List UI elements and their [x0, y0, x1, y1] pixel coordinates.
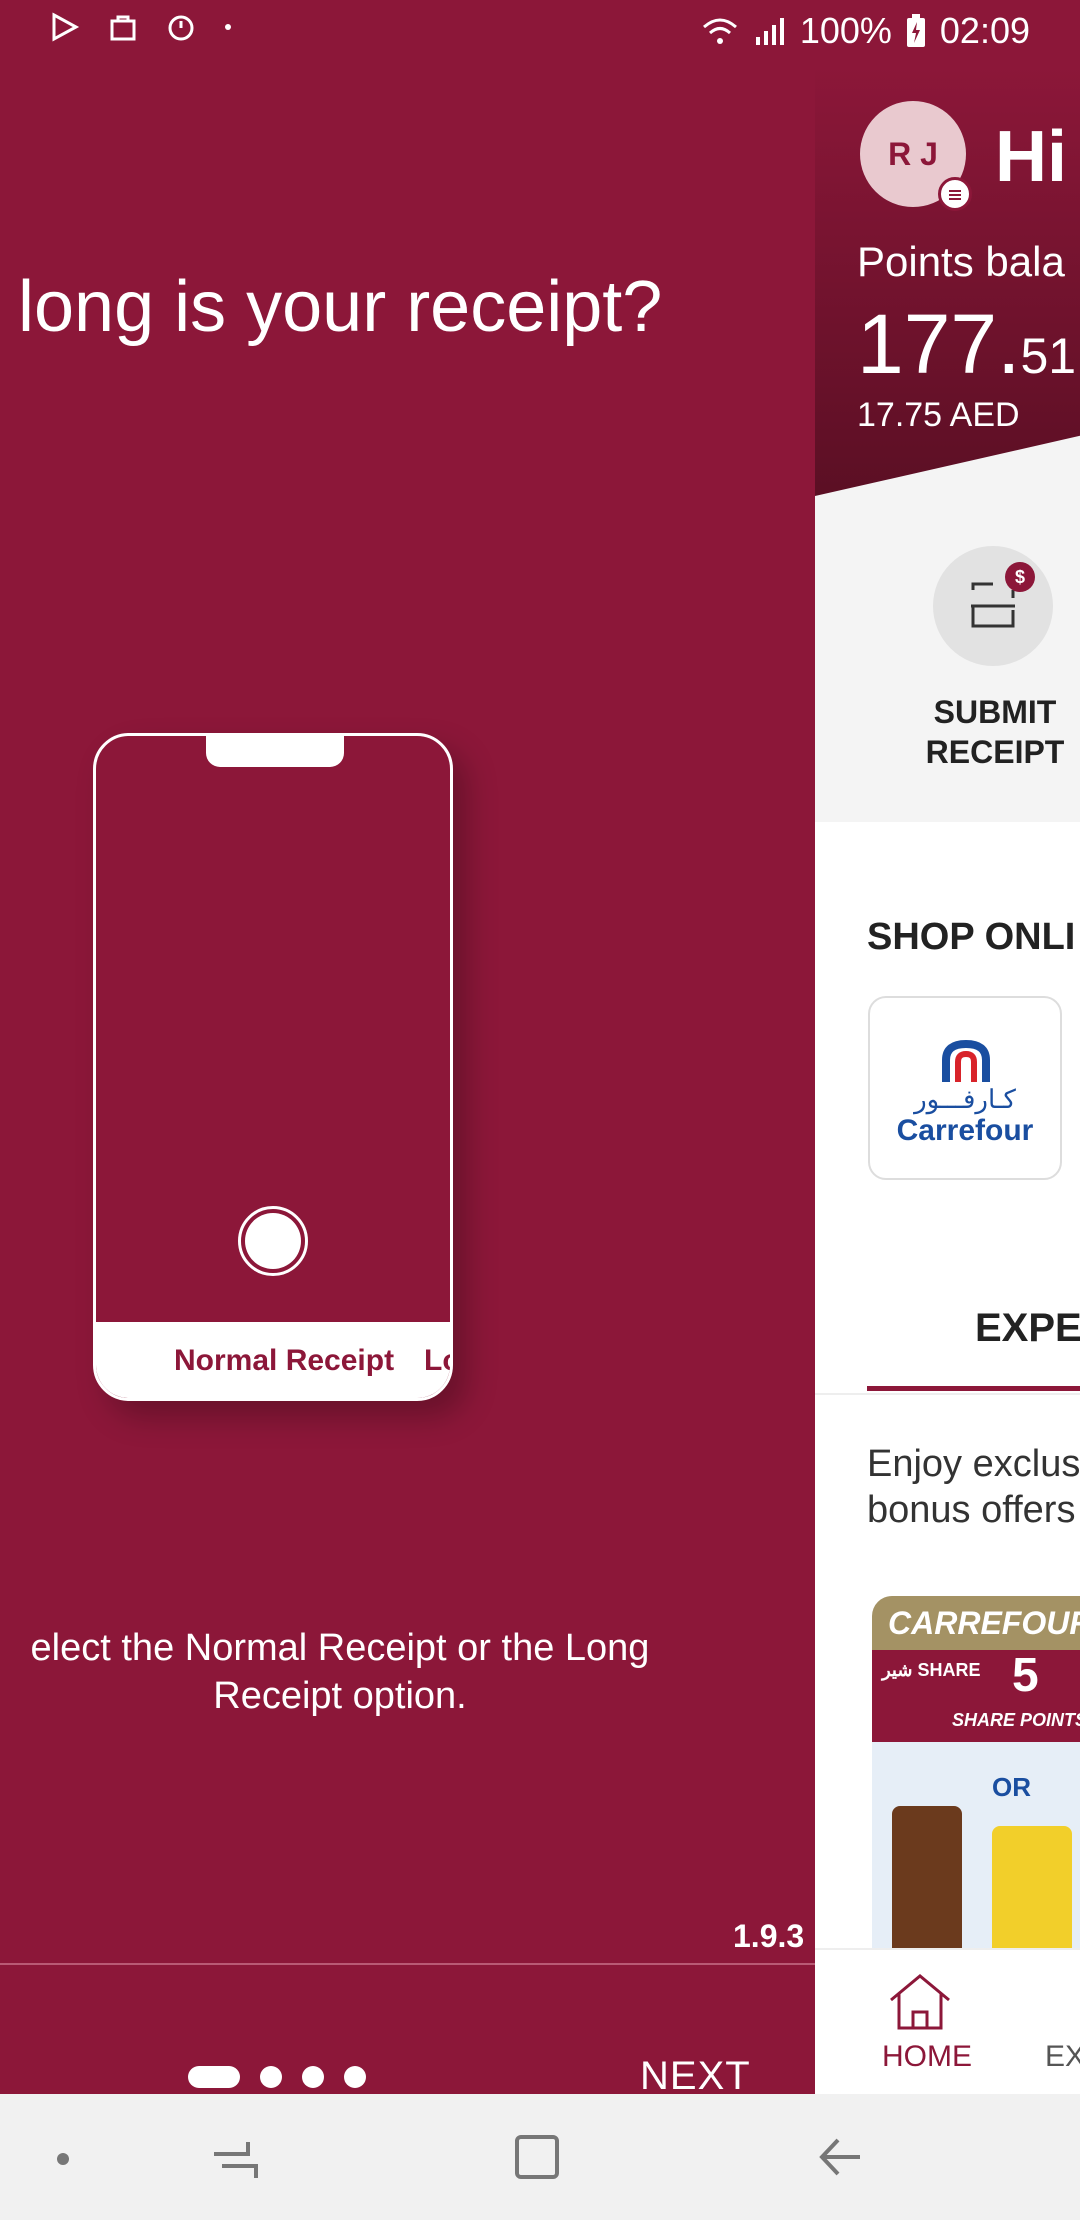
page-dot-4 [344, 2066, 366, 2088]
onboarding-question: long is your receipt? [18, 267, 663, 347]
share-logo: شير SHARE [882, 1660, 981, 1680]
carrefour-logo-icon [942, 1039, 990, 1082]
offer-tag: CARREFOUR [872, 1596, 1080, 1650]
avatar-initials: R J [888, 135, 938, 172]
submit-label-line2: RECEIPT [925, 734, 1065, 770]
page-dot-3 [302, 2066, 324, 2088]
receipt-scan-icon [971, 582, 1015, 628]
dollar-badge-icon: $ [1005, 562, 1035, 592]
back-icon[interactable] [816, 2134, 862, 2180]
onboarding-panel: long is your receipt? Normal Receipt Lo … [0, 66, 815, 2094]
normal-receipt-option: Normal Receipt [174, 1344, 395, 1377]
signal-icon [755, 18, 784, 45]
timer-icon [168, 15, 194, 41]
greeting: Hi [995, 117, 1067, 197]
points-aed-value: 17.75 AED [857, 396, 1020, 434]
offer-or-label: OR [992, 1772, 1031, 1802]
share-points-label: SHARE POINTS [952, 1710, 1080, 1730]
store-arabic-name: كـارفـــور [914, 1084, 1016, 1114]
points-main: 177. [857, 297, 1021, 391]
shutter-button-illustration [238, 1206, 308, 1276]
tab-explore[interactable]: EXPE [975, 1306, 1080, 1351]
long-receipt-option: Lo [424, 1344, 450, 1377]
points-balance-value: 177.51 [857, 296, 1076, 393]
bottom-navigation: HOME EX [815, 1948, 1080, 2094]
phone-illustration: Normal Receipt Lo [93, 733, 453, 1401]
nav-dot-icon[interactable] [56, 2152, 70, 2166]
tab-divider [815, 1393, 1080, 1395]
avatar[interactable]: R J [860, 101, 972, 211]
receipt-mode-bar: Normal Receipt Lo [96, 1322, 450, 1398]
points-balance-label: Points bala [857, 238, 1065, 285]
page-indicator [188, 2066, 366, 2088]
battery-percent: 100% [799, 10, 892, 51]
home-icon[interactable] [885, 1972, 955, 2032]
system-navigation-bar [0, 2094, 1080, 2220]
share-points-banner: شير SHARE 5 SHARE POINTS [872, 1649, 1080, 1742]
product-image-mm-chocolate [892, 1806, 962, 1956]
page-dot-1 [188, 2066, 240, 2088]
page-dot-2 [260, 2066, 282, 2088]
shopping-bag-icon [110, 15, 136, 41]
onboarding-instruction: elect the Normal Receipt or the Long Rec… [30, 1627, 650, 1717]
submit-label-line1: SUBMIT [933, 694, 1057, 730]
offer-card[interactable]: CARREFOUR شير SHARE 5 SHARE POINTS OR [872, 1596, 1080, 1956]
home-screen-peek: R J Hi Points bala 177.51 17.75 AED $ SU… [815, 66, 1080, 2094]
battery-icon [906, 14, 925, 47]
offer-text-line2: bonus offers [867, 1489, 1076, 1531]
nav-explore-label[interactable]: EX [1045, 2040, 1080, 2074]
tab-underline [867, 1386, 1080, 1391]
points-decimal: 51 [1020, 328, 1077, 384]
dot-icon [225, 24, 231, 30]
submit-receipt-label[interactable]: SUBMIT RECEIPT [910, 692, 1080, 772]
nav-home-label[interactable]: HOME [882, 2040, 972, 2074]
share-points-number: 5 [1012, 1649, 1039, 1702]
next-button[interactable]: NEXT [640, 2054, 751, 2094]
offer-text-line1: Enjoy exclus [867, 1443, 1080, 1485]
app-version: 1.9.3 [733, 1918, 805, 1954]
play-store-icon [52, 12, 80, 42]
submit-receipt-button[interactable]: $ [933, 546, 1053, 666]
clock: 02:09 [939, 10, 1030, 51]
shop-online-title: SHOP ONLI [867, 916, 1076, 958]
phone-notch [206, 736, 344, 767]
wifi-icon [702, 18, 737, 44]
status-bar: 100% 02:09 [0, 0, 1080, 66]
store-name: Carrefour [896, 1114, 1034, 1147]
product-image-mm-peanut [992, 1826, 1072, 1956]
menu-badge-icon [938, 177, 972, 211]
offer-description: Enjoy exclus bonus offers [867, 1441, 1080, 1533]
carrefour-store-card[interactable]: كـارفـــور Carrefour [868, 996, 1062, 1180]
recent-apps-icon[interactable] [210, 2134, 260, 2184]
divider [0, 1963, 815, 1965]
home-button-icon[interactable] [514, 2134, 560, 2180]
